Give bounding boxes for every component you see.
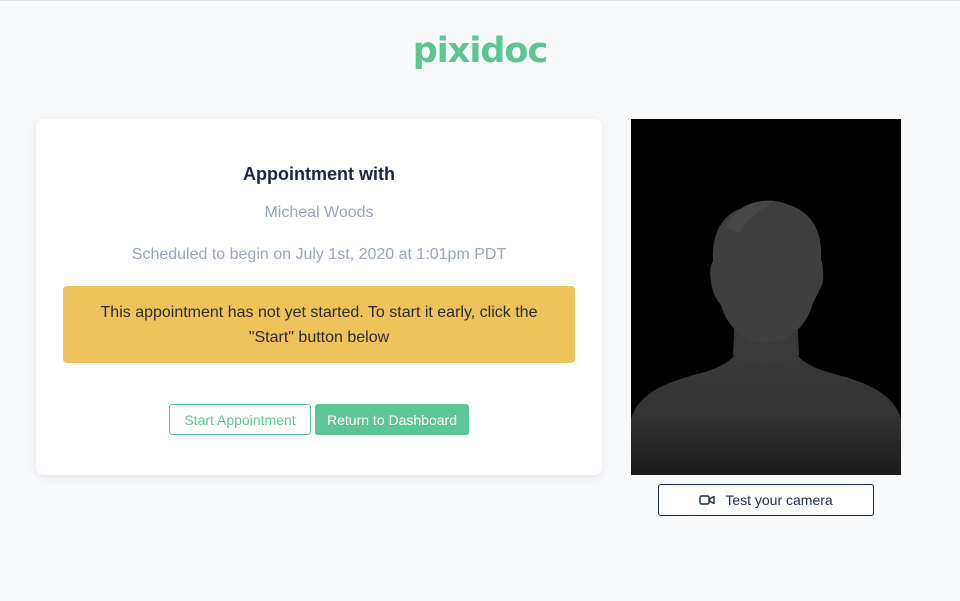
person-silhouette-icon bbox=[631, 200, 901, 475]
camera-preview bbox=[631, 119, 901, 475]
video-camera-icon bbox=[699, 494, 716, 506]
test-camera-label: Test your camera bbox=[725, 492, 833, 508]
return-to-dashboard-button[interactable]: Return to Dashboard bbox=[315, 404, 469, 435]
test-camera-button[interactable]: Test your camera bbox=[658, 484, 874, 516]
start-appointment-button[interactable]: Start Appointment bbox=[169, 404, 311, 435]
appointment-title: Appointment with bbox=[243, 164, 395, 184]
appointment-lobby-page: pixidoc Appointment with Micheal Woods S… bbox=[0, 0, 960, 601]
alert-message: This appointment has not yet started. To… bbox=[100, 303, 538, 346]
not-started-alert: This appointment has not yet started. To… bbox=[63, 286, 575, 363]
doctor-name: Micheal Woods bbox=[264, 204, 374, 221]
pixidoc-logo[interactable]: pixidoc bbox=[0, 31, 960, 71]
appointment-card: Appointment with Micheal Woods Scheduled… bbox=[36, 119, 602, 475]
schedule-text: Scheduled to begin on July 1st, 2020 at … bbox=[131, 246, 507, 263]
